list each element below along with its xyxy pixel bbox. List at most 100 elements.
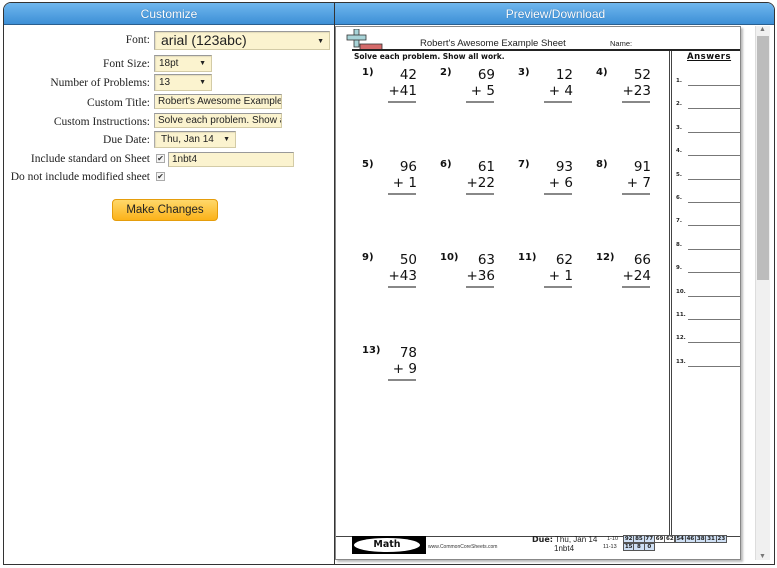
num-problems-label: Number of Problems:: [50, 77, 150, 89]
problem: 12) 66 +24: [596, 252, 676, 292]
answer-blank: [688, 272, 740, 274]
problem: 13) 78 + 9: [362, 345, 442, 385]
chevron-down-icon: ▼: [223, 136, 230, 143]
problem-addend-bottom: +41: [388, 83, 418, 99]
problem: 6) 61 +22: [440, 159, 520, 199]
problem-underline: [466, 286, 494, 288]
no-modified-checkbox[interactable]: ✔: [156, 172, 165, 181]
score-cell: 0: [643, 543, 655, 551]
answers-divider: [669, 51, 672, 537]
problem: 3) 12 + 4: [518, 67, 598, 107]
subject-label: Math: [354, 538, 420, 552]
answer-number: 8.: [676, 241, 682, 248]
font-size-select[interactable]: 18pt ▼: [154, 55, 212, 72]
custom-title-row: Custom Title: Robert's Awesome Example: [4, 94, 334, 114]
answer-line: 2.: [676, 101, 740, 113]
name-label: Name:: [610, 39, 633, 48]
answer-blank: [688, 248, 740, 250]
problem-underline: [622, 286, 650, 288]
scroll-thumb[interactable]: [757, 36, 769, 280]
scroll-up-icon[interactable]: ▲: [759, 26, 766, 33]
customize-header: Customize: [4, 3, 334, 25]
answer-blank: [688, 108, 740, 110]
custom-instructions-input[interactable]: Solve each problem. Show a: [154, 113, 282, 128]
due-date-row: Due Date: Thu, Jan 14 ▼: [4, 131, 334, 151]
answer-number: 9.: [676, 265, 682, 272]
answer-line: 4.: [676, 148, 740, 160]
due-date-select[interactable]: Thu, Jan 14 ▼: [154, 131, 236, 148]
problem-underline: [622, 193, 650, 195]
due-date-label: Due Date:: [103, 134, 150, 146]
problem-underline: [388, 286, 416, 288]
subject-badge: Math: [352, 536, 426, 554]
answer-blank: [688, 342, 740, 344]
no-modified-row: Do not include modified sheet ✔: [4, 168, 334, 188]
answer-line: 9.: [676, 265, 740, 277]
problem-number: 11): [518, 252, 537, 263]
problem: 1) 42 +41: [362, 67, 442, 107]
problem-number: 1): [362, 67, 374, 78]
include-standard-label: Include standard on Sheet: [30, 153, 150, 165]
no-modified-label: Do not include modified sheet: [10, 171, 150, 183]
answer-number: 10.: [676, 288, 686, 295]
problem-addend-top: 66: [633, 252, 651, 268]
problem-underline: [388, 193, 416, 195]
num-problems-row: Number of Problems: 13 ▼: [4, 74, 334, 94]
answer-number: 2.: [676, 101, 682, 108]
problem: 5) 96 + 1: [362, 159, 442, 199]
answer-number: 3.: [676, 124, 682, 131]
answer-number: 7.: [676, 218, 682, 225]
problem-underline: [466, 101, 494, 103]
chevron-down-icon: ▼: [317, 38, 324, 45]
answer-line: 7.: [676, 218, 740, 230]
custom-title-input[interactable]: Robert's Awesome Example: [154, 94, 282, 109]
problem-underline: [544, 193, 572, 195]
problem: 11) 62 + 1: [518, 252, 598, 292]
answer-number: 4.: [676, 148, 682, 155]
problem-number: 12): [596, 252, 615, 263]
answer-line: 1.: [676, 78, 740, 90]
custom-instructions-label: Custom Instructions:: [53, 116, 150, 128]
answer-blank: [688, 319, 740, 320]
answer-line: 8.: [676, 241, 740, 254]
problem-underline: [622, 101, 650, 103]
problem-addend-top: 12: [555, 67, 573, 83]
problem-underline: [388, 379, 416, 381]
problem-addend-top: 62: [555, 252, 573, 268]
problem-addend-bottom: +23: [622, 83, 652, 99]
footer-standard: 1nbt4: [554, 544, 575, 553]
include-standard-checkbox[interactable]: ✔: [156, 154, 165, 163]
problem-addend-bottom: +36: [466, 268, 496, 284]
problem: 8) 91 + 7: [596, 159, 676, 199]
sheet-title: Robert's Awesome Example Sheet: [420, 38, 566, 49]
problem-addend-bottom: +43: [388, 268, 418, 284]
problem-addend-top: 50: [399, 252, 417, 268]
answer-line: 11.: [676, 312, 740, 324]
header-rule: [352, 49, 740, 51]
problem-addend-top: 69: [477, 67, 495, 83]
answer-line: 12.: [676, 335, 740, 347]
answer-number: 12.: [676, 335, 686, 342]
problem: 7) 93 + 6: [518, 159, 598, 199]
problem-number: 13): [362, 345, 381, 356]
font-select-value: arial (123abc): [161, 32, 247, 48]
score-row2-label: 11-13: [603, 544, 617, 550]
custom-instructions-row: Custom Instructions: Solve each problem.…: [4, 113, 334, 133]
preview-scrollbar[interactable]: ▲ ▼: [755, 26, 770, 560]
score-cell: 23: [715, 535, 727, 543]
font-size-row: Font Size: 18pt ▼: [4, 55, 334, 75]
standard-input[interactable]: 1nbt4: [168, 152, 294, 167]
num-problems-select[interactable]: 13 ▼: [154, 74, 212, 91]
scroll-down-icon[interactable]: ▼: [759, 553, 766, 560]
font-row: Font: arial (123abc) ▼: [4, 31, 334, 51]
problem-number: 6): [440, 159, 452, 170]
problem-number: 8): [596, 159, 608, 170]
answers-title: Answers: [687, 52, 732, 62]
make-changes-button[interactable]: Make Changes: [112, 199, 218, 221]
due-value: Thu, Jan 14: [555, 535, 598, 544]
problem-addend-bottom: +24: [622, 268, 652, 284]
font-select[interactable]: arial (123abc) ▼: [154, 31, 330, 50]
num-problems-value: 13: [159, 77, 171, 88]
answer-blank: [688, 85, 740, 86]
problem-number: 5): [362, 159, 374, 170]
